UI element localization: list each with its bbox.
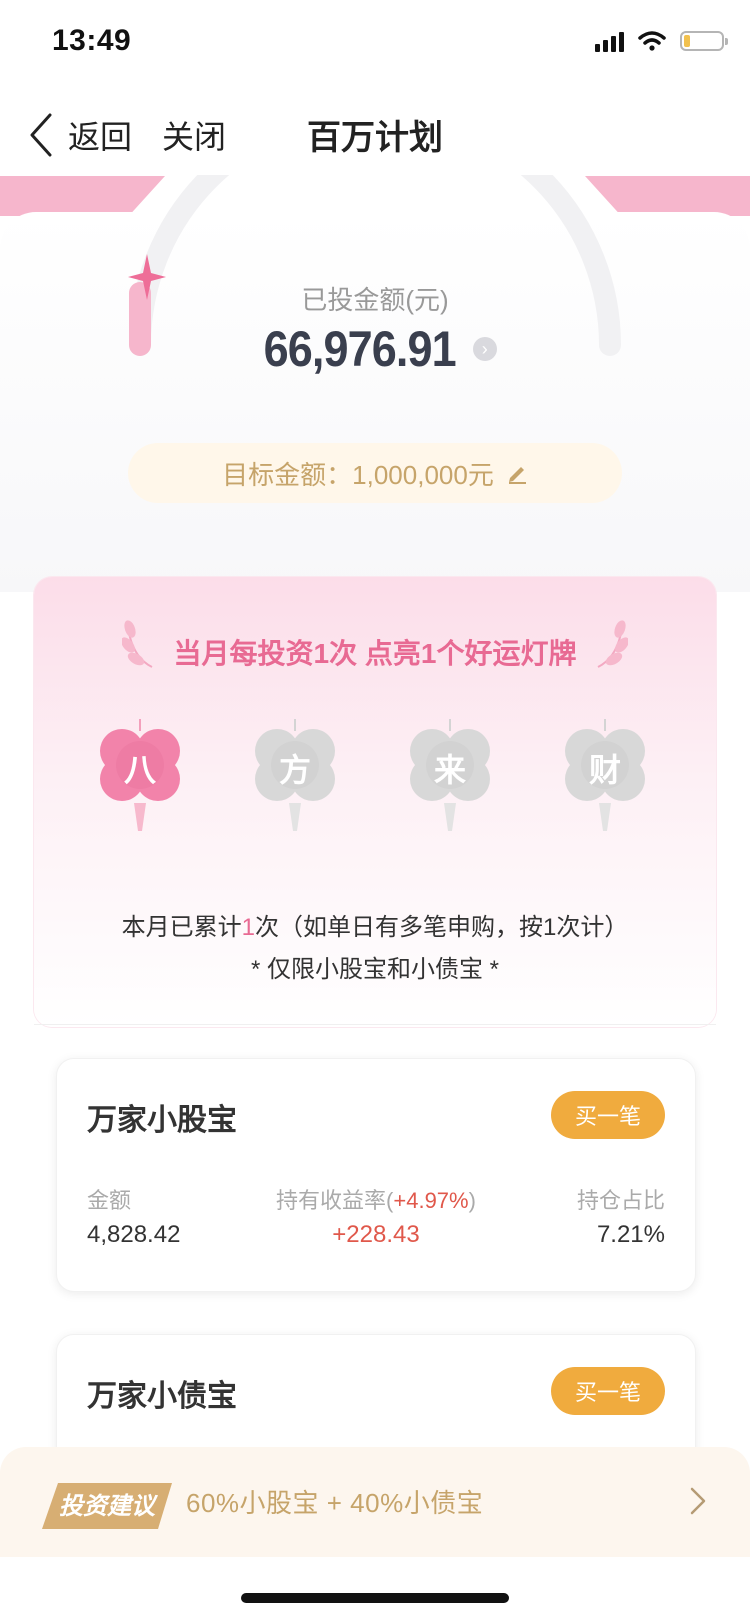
- buy-button[interactable]: 买一笔: [551, 1091, 665, 1139]
- buy-button[interactable]: 买一笔: [551, 1367, 665, 1415]
- lucky-lantern-card: 当月每投资1次 点亮1个好运灯牌 八 方 来 财 本月已累计1次（如单日有多笔申…: [34, 577, 716, 1027]
- monthly-count-text: 本月已累计1次（如单日有多笔申购，按1次计）: [34, 907, 716, 942]
- count-suffix: 次（如单日有多笔申购，按1次计）: [255, 914, 629, 941]
- target-amount-text: 目标金额：1,000,000元: [222, 459, 494, 490]
- battery-icon: [680, 31, 728, 51]
- navigation-bar: 返回 关闭 百万计划: [0, 92, 750, 176]
- yield-label-suffix: ): [468, 1188, 476, 1213]
- holding-ratio-value: 7.21%: [596, 1221, 665, 1248]
- clover-lantern: 来: [400, 717, 500, 842]
- investment-suggestion-bar[interactable]: 投资建议 60%小股宝 + 40%小债宝: [0, 1447, 750, 1557]
- limit-note: * 仅限小股宝和小债宝 *: [250, 956, 499, 983]
- product-name: 万家小股宝: [87, 1104, 237, 1137]
- clover-char: 方: [278, 752, 311, 788]
- page-title: 百万计划: [307, 119, 443, 157]
- chevron-right-icon[interactable]: ›: [472, 337, 497, 361]
- wifi-icon: [638, 31, 666, 51]
- chevron-right-icon[interactable]: [690, 1487, 706, 1515]
- product-name: 万家小债宝: [87, 1380, 237, 1413]
- clover-lantern: 方: [245, 717, 345, 842]
- status-time: 13:49: [52, 24, 132, 57]
- clover-char: 财: [588, 752, 621, 788]
- invested-amount-row[interactable]: 66,976.91 ›: [0, 320, 750, 378]
- home-indicator[interactable]: [241, 1593, 509, 1603]
- clover-char: 八: [123, 752, 156, 788]
- suggestion-text: 60%小股宝 + 40%小债宝: [186, 1488, 484, 1518]
- status-icons: [595, 30, 728, 52]
- product-card: 万家小股宝 买一笔 金额 4,828.42 持有收益率(+4.97%) +228…: [56, 1058, 696, 1292]
- holding-ratio-label: 持仓占比: [576, 1188, 665, 1213]
- yield-label-prefix: 持有收益率(: [276, 1188, 394, 1213]
- clover-char: 来: [433, 752, 466, 788]
- count-value: 1: [241, 914, 255, 941]
- invested-amount-value: 66,976.91: [263, 321, 457, 377]
- yield-rate: +4.97%: [393, 1188, 469, 1213]
- divider: [34, 1024, 716, 1025]
- invested-amount-label: 已投金额(元): [301, 285, 449, 315]
- edit-pencil-icon[interactable]: [506, 462, 528, 484]
- target-amount-pill[interactable]: 目标金额：1,000,000元: [128, 443, 622, 503]
- count-prefix: 本月已累计: [121, 914, 242, 941]
- clover-lantern-lit: 八: [90, 717, 190, 842]
- suggestion-badge-label: 投资建议: [59, 1493, 159, 1520]
- signal-icon: [595, 30, 624, 52]
- clover-lantern: 财: [555, 717, 655, 842]
- suggestion-badge: 投资建议: [42, 1483, 172, 1529]
- laurel-right-icon: [597, 620, 628, 668]
